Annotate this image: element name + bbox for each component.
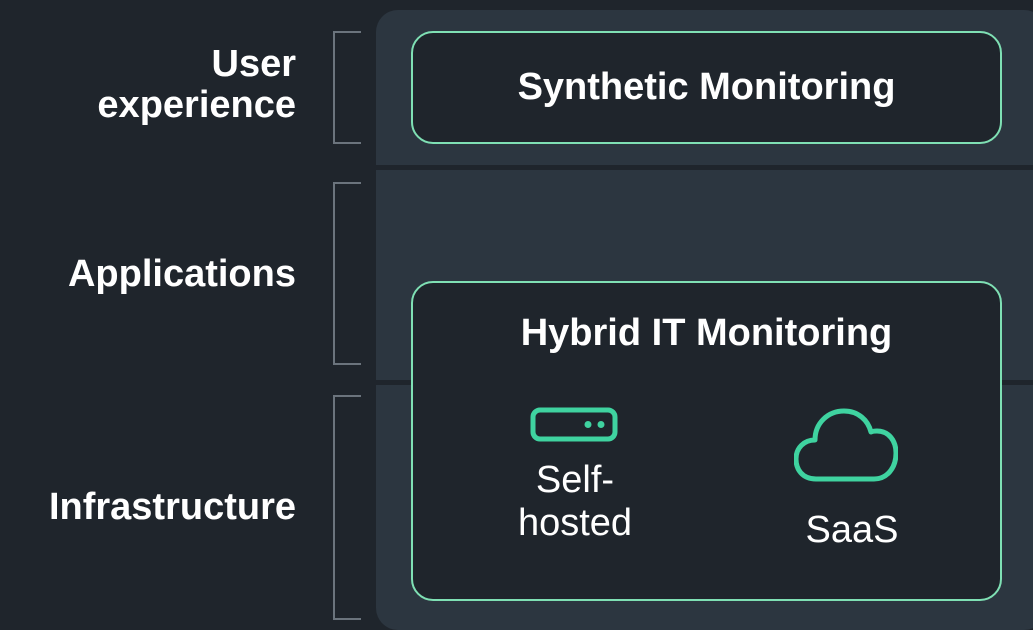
layer-label-user-experience: User experience [97, 43, 296, 126]
synthetic-monitoring-box[interactable]: Synthetic Monitoring [411, 31, 1002, 144]
layer-separator [376, 165, 1033, 170]
box-title: Synthetic Monitoring [517, 66, 896, 108]
item-label-saas: SaaS [805, 509, 899, 551]
bracket-applications [333, 182, 361, 365]
bracket-infrastructure [333, 395, 361, 620]
server-icon [530, 407, 618, 442]
layer-label-applications: Applications [67, 253, 296, 295]
layer-label-infrastructure: Infrastructure [48, 486, 296, 528]
bracket-user-experience [333, 31, 361, 144]
item-label-self-hosted: Self- hosted [517, 459, 633, 544]
cloud-icon [794, 408, 898, 482]
hybrid-it-monitoring-box[interactable]: Hybrid IT Monitoring Self- hosted SaaS [411, 281, 1002, 601]
box-title: Hybrid IT Monitoring [520, 312, 893, 354]
